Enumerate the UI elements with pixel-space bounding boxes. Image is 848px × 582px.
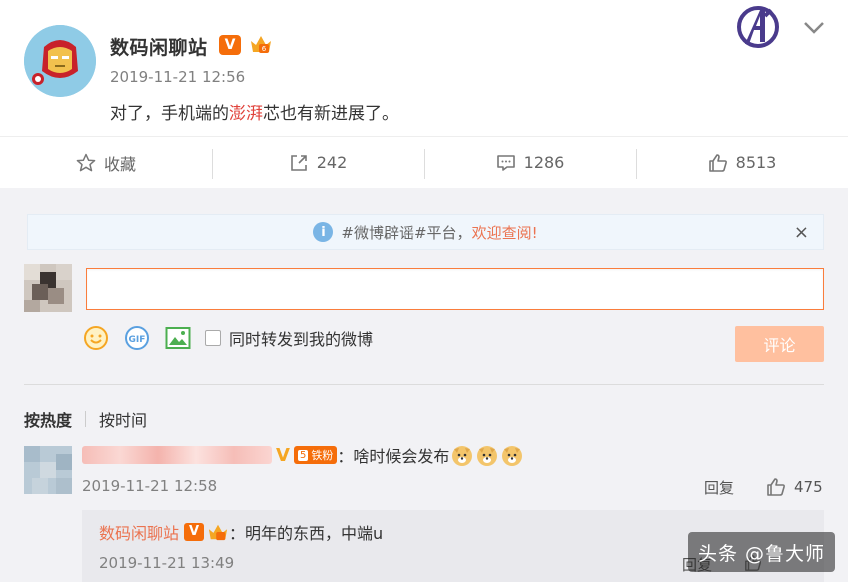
emoji-icon[interactable] bbox=[82, 324, 110, 352]
comment-text: ：啥时候会发布 bbox=[337, 447, 450, 466]
doge-emoji-icon bbox=[452, 446, 473, 466]
chevron-down-icon[interactable] bbox=[803, 20, 825, 34]
svg-text:GIF: GIF bbox=[129, 335, 146, 345]
sort-tabs: 按热度 按时间 bbox=[24, 407, 147, 431]
composer-toolbar: GIF 同时转发到我的微博 bbox=[82, 323, 373, 353]
sub-comment-line: 数码闲聊站 V ：明年的东西，中端u bbox=[99, 520, 383, 544]
fan-label: 铁粉 bbox=[311, 449, 334, 462]
tab-by-hot[interactable]: 按热度 bbox=[24, 407, 72, 431]
comment-input[interactable] bbox=[86, 268, 824, 310]
sub-comment-timestamp: 2019-11-21 13:49 bbox=[99, 554, 235, 572]
repost-button[interactable]: 242 bbox=[212, 137, 424, 188]
repost-option-label: 同时转发到我的微博 bbox=[229, 330, 374, 349]
favorite-label: 收藏 bbox=[103, 154, 136, 174]
watermark: 头条 @鲁大师 bbox=[688, 532, 836, 572]
notice-link[interactable]: 欢迎查阅! bbox=[472, 222, 538, 243]
content-before: 对了，手机端的 bbox=[110, 104, 229, 124]
like-button[interactable]: 8513 bbox=[636, 137, 848, 188]
comment-timestamp: 2019-11-21 12:58 bbox=[82, 477, 218, 495]
comment-count: 1286 bbox=[523, 153, 565, 172]
comment-button[interactable]: 1286 bbox=[424, 137, 636, 188]
verified-badge: V bbox=[184, 523, 205, 541]
comment-like-button[interactable]: 475 bbox=[766, 477, 823, 497]
repost-checkbox[interactable]: 同时转发到我的微博 bbox=[205, 326, 373, 350]
rumor-notice-banner: i #微博辟谣#平台， 欢迎查阅! × bbox=[27, 214, 824, 250]
avengers-logo-icon bbox=[735, 4, 781, 50]
submit-comment-button[interactable]: 评论 bbox=[735, 326, 824, 362]
post-timestamp[interactable]: 2019-11-21 12:56 bbox=[110, 68, 245, 86]
star-icon bbox=[76, 153, 96, 171]
notice-text: #微博辟谣#平台， bbox=[341, 223, 472, 242]
doge-emoji-icon bbox=[502, 446, 523, 466]
content-after: 芯也有新进展了。 bbox=[263, 104, 399, 124]
gif-icon[interactable]: GIF bbox=[123, 324, 151, 352]
action-bar: 收藏 242 1286 8513 bbox=[0, 136, 848, 188]
current-user-avatar[interactable] bbox=[24, 264, 72, 312]
like-count: 8513 bbox=[735, 153, 777, 172]
commenter-avatar[interactable] bbox=[24, 446, 72, 494]
fan-level: 5 bbox=[297, 449, 309, 461]
svg-text:6: 6 bbox=[262, 45, 267, 53]
verified-badge: V bbox=[219, 35, 241, 55]
close-icon[interactable]: × bbox=[794, 222, 809, 243]
crown-icon bbox=[208, 524, 228, 541]
author-avatar[interactable] bbox=[24, 25, 96, 97]
crown-icon: 6 bbox=[249, 33, 273, 55]
image-icon[interactable] bbox=[164, 324, 192, 352]
checkbox-box[interactable] bbox=[205, 330, 221, 346]
tab-separator bbox=[85, 411, 87, 427]
comment-like-count: 475 bbox=[794, 478, 823, 496]
post-content: 对了，手机端的澎湃芯也有新进展了。 bbox=[110, 99, 399, 124]
share-icon bbox=[290, 154, 307, 171]
author-name[interactable]: 数码闲聊站 bbox=[110, 33, 208, 60]
weibo-post: 数码闲聊站 V 6 2019-11-21 12:56 对了，手机端的澎湃芯也有新… bbox=[0, 0, 848, 136]
fan-badge: 5 铁粉 bbox=[293, 446, 338, 464]
info-icon: i bbox=[313, 222, 334, 242]
verified-badge: V bbox=[276, 444, 290, 466]
tab-by-time[interactable]: 按时间 bbox=[99, 407, 147, 431]
divider bbox=[24, 384, 824, 385]
content-highlight[interactable]: 澎湃 bbox=[229, 104, 263, 124]
commenter-name-redacted[interactable] bbox=[82, 446, 272, 464]
sub-comment-author[interactable]: 数码闲聊站 bbox=[99, 520, 179, 544]
sub-comment-text: ：明年的东西，中端u bbox=[229, 524, 384, 543]
doge-emoji-icon bbox=[477, 446, 498, 466]
thumbs-up-icon bbox=[708, 153, 727, 172]
comment-line: V 5 铁粉 ：啥时候会发布 bbox=[82, 442, 524, 468]
comment-section: i #微博辟谣#平台， 欢迎查阅! × GIF 同时转发到我的微博 评论 按热度… bbox=[0, 188, 848, 582]
thumbs-up-icon bbox=[767, 478, 785, 496]
repost-count: 242 bbox=[316, 153, 348, 172]
comment-icon bbox=[496, 154, 515, 171]
favorite-button[interactable]: 收藏 bbox=[0, 137, 212, 188]
reply-button[interactable]: 回复 bbox=[704, 477, 734, 498]
